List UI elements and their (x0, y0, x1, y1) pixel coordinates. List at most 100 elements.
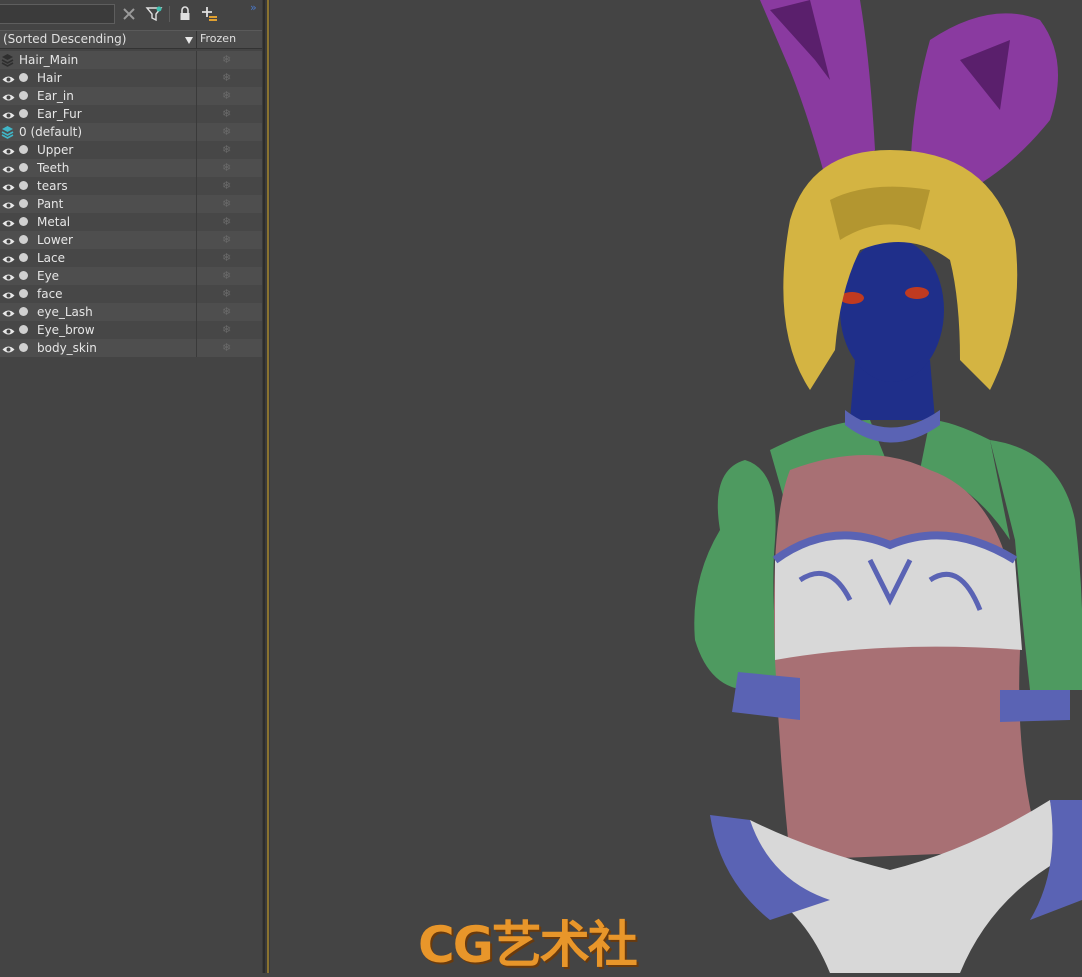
frozen-snowflake-icon[interactable]: ❄ (222, 197, 231, 210)
frozen-snowflake-icon[interactable]: ❄ (222, 179, 231, 192)
column-divider (196, 267, 197, 285)
frozen-snowflake-icon[interactable]: ❄ (222, 143, 231, 156)
layer-row[interactable]: body_skin ❄ (0, 339, 262, 357)
visibility-eye-icon[interactable] (2, 199, 15, 209)
layer-name[interactable]: 0 (default) (19, 125, 82, 139)
layer-name[interactable]: Upper (37, 143, 73, 157)
frozen-snowflake-icon[interactable]: ❄ (222, 107, 231, 120)
layer-row[interactable]: Hair ❄ (0, 69, 262, 87)
visibility-eye-icon[interactable] (2, 91, 15, 101)
sort-label[interactable]: (Sorted Descending) (3, 32, 126, 46)
column-divider (196, 249, 197, 267)
sort-dropdown-icon[interactable] (185, 37, 193, 44)
default-layer-icon (1, 125, 14, 139)
3d-viewport[interactable] (270, 0, 1082, 973)
layer-name[interactable]: tears (37, 179, 68, 193)
column-divider (196, 87, 197, 105)
layer-name[interactable]: Teeth (37, 161, 69, 175)
layer-group-icon (1, 53, 14, 67)
visibility-eye-icon[interactable] (2, 253, 15, 263)
layer-row[interactable]: Eye_brow ❄ (0, 321, 262, 339)
visibility-eye-icon[interactable] (2, 325, 15, 335)
render-toggle-icon[interactable] (19, 289, 28, 298)
layer-name[interactable]: Pant (37, 197, 63, 211)
panel-overflow-icon[interactable]: » (250, 1, 257, 14)
visibility-eye-icon[interactable] (2, 145, 15, 155)
right-cuff (1000, 690, 1070, 722)
filter-icon[interactable] (145, 5, 163, 23)
layer-row[interactable]: Lace ❄ (0, 249, 262, 267)
layer-row[interactable]: tears ❄ (0, 177, 262, 195)
render-toggle-icon[interactable] (19, 163, 28, 172)
clear-icon[interactable] (120, 5, 138, 23)
frozen-snowflake-icon[interactable]: ❄ (222, 287, 231, 300)
render-toggle-icon[interactable] (19, 145, 28, 154)
render-toggle-icon[interactable] (19, 325, 28, 334)
frozen-snowflake-icon[interactable]: ❄ (222, 341, 231, 354)
render-toggle-icon[interactable] (19, 199, 28, 208)
layer-name[interactable]: Hair_Main (19, 53, 78, 67)
layer-name[interactable]: Ear_in (37, 89, 74, 103)
frozen-snowflake-icon[interactable]: ❄ (222, 251, 231, 264)
visibility-eye-icon[interactable] (2, 271, 15, 281)
visibility-eye-icon[interactable] (2, 343, 15, 353)
layer-name[interactable]: body_skin (37, 341, 97, 355)
frozen-snowflake-icon[interactable]: ❄ (222, 125, 231, 138)
layer-row[interactable]: Ear_Fur ❄ (0, 105, 262, 123)
search-input[interactable] (0, 4, 115, 24)
frozen-snowflake-icon[interactable]: ❄ (222, 269, 231, 282)
layer-row[interactable]: eye_Lash ❄ (0, 303, 262, 321)
add-layer-icon[interactable] (200, 5, 218, 23)
panel-splitter[interactable] (262, 0, 270, 973)
layer-name[interactable]: Lower (37, 233, 73, 247)
visibility-eye-icon[interactable] (2, 289, 15, 299)
frozen-snowflake-icon[interactable]: ❄ (222, 161, 231, 174)
frozen-snowflake-icon[interactable]: ❄ (222, 89, 231, 102)
layer-name[interactable]: Eye_brow (37, 323, 95, 337)
frozen-snowflake-icon[interactable]: ❄ (222, 233, 231, 246)
render-toggle-icon[interactable] (19, 253, 28, 262)
render-toggle-icon[interactable] (19, 271, 28, 280)
layer-row[interactable]: Metal ❄ (0, 213, 262, 231)
layer-name[interactable]: Lace (37, 251, 65, 265)
layer-row[interactable]: Ear_in ❄ (0, 87, 262, 105)
render-toggle-icon[interactable] (19, 307, 28, 316)
layer-row[interactable]: Upper ❄ (0, 141, 262, 159)
render-toggle-icon[interactable] (19, 91, 28, 100)
column-divider (196, 195, 197, 213)
render-toggle-icon[interactable] (19, 235, 28, 244)
render-toggle-icon[interactable] (19, 181, 28, 190)
layer-row[interactable]: face ❄ (0, 285, 262, 303)
layer-row[interactable]: Teeth ❄ (0, 159, 262, 177)
render-toggle-icon[interactable] (19, 343, 28, 352)
layer-name[interactable]: Eye (37, 269, 59, 283)
render-toggle-icon[interactable] (19, 73, 28, 82)
render-toggle-icon[interactable] (19, 217, 28, 226)
visibility-eye-icon[interactable] (2, 307, 15, 317)
visibility-eye-icon[interactable] (2, 235, 15, 245)
frozen-column-header[interactable]: Frozen (200, 32, 236, 45)
frozen-snowflake-icon[interactable]: ❄ (222, 215, 231, 228)
render-toggle-icon[interactable] (19, 109, 28, 118)
visibility-eye-icon[interactable] (2, 73, 15, 83)
visibility-eye-icon[interactable] (2, 181, 15, 191)
visibility-eye-icon[interactable] (2, 217, 15, 227)
layer-name[interactable]: Metal (37, 215, 70, 229)
layer-row[interactable]: Eye ❄ (0, 267, 262, 285)
layer-row[interactable]: Hair_Main ❄ (0, 51, 262, 69)
visibility-eye-icon[interactable] (2, 109, 15, 119)
layer-row[interactable]: Lower ❄ (0, 231, 262, 249)
frozen-snowflake-icon[interactable]: ❄ (222, 53, 231, 66)
layer-row[interactable]: Pant ❄ (0, 195, 262, 213)
layer-name[interactable]: Ear_Fur (37, 107, 82, 121)
layer-row[interactable]: 0 (default) ❄ (0, 123, 262, 141)
lock-icon[interactable] (176, 5, 194, 23)
frozen-snowflake-icon[interactable]: ❄ (222, 305, 231, 318)
layer-name[interactable]: Hair (37, 71, 62, 85)
frozen-snowflake-icon[interactable]: ❄ (222, 323, 231, 336)
layer-name[interactable]: face (37, 287, 63, 301)
layer-name[interactable]: eye_Lash (37, 305, 93, 319)
visibility-eye-icon[interactable] (2, 163, 15, 173)
column-divider (196, 123, 197, 141)
frozen-snowflake-icon[interactable]: ❄ (222, 71, 231, 84)
